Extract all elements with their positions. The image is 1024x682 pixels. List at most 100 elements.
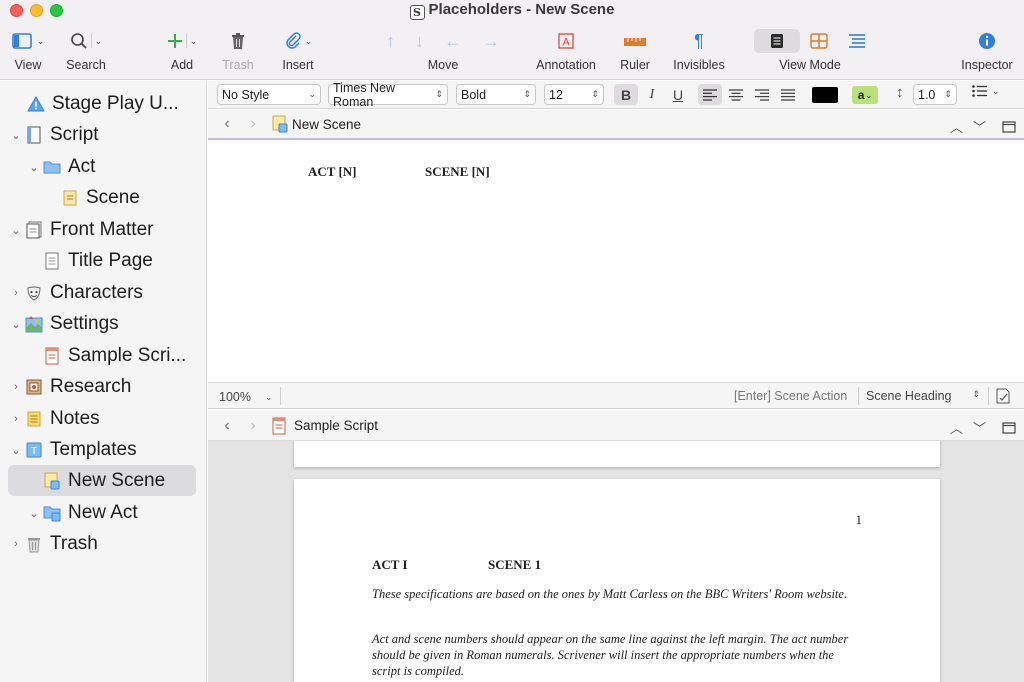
- binder-item-trash[interactable]: › Trash: [8, 530, 98, 558]
- forward-arrow-icon[interactable]: ›: [240, 417, 266, 435]
- binder-item-stage-play[interactable]: Stage Play U...: [10, 90, 179, 118]
- binder-item-notes[interactable]: › Notes: [8, 405, 99, 433]
- search-toolbar-button[interactable]: ⌄ Search: [64, 28, 108, 72]
- window-title: Placeholders - New Scene: [428, 1, 615, 18]
- font-weight-select[interactable]: Bold ⇕: [456, 84, 536, 105]
- zoom-select[interactable]: 100% ⌄: [219, 390, 273, 404]
- back-arrow-icon[interactable]: ‹: [214, 115, 240, 133]
- sidebar-layout-icon: [11, 33, 32, 49]
- disclosure-collapsed-icon[interactable]: ›: [8, 538, 24, 550]
- italic-button[interactable]: I: [640, 84, 664, 105]
- paperclip-icon: [285, 32, 301, 49]
- previous-doc-chevron-icon[interactable]: ︿: [950, 418, 963, 437]
- align-center-button[interactable]: [724, 84, 748, 105]
- disclosure-expanded-icon[interactable]: ⌄: [8, 224, 24, 237]
- disclosure-collapsed-icon[interactable]: ›: [8, 413, 24, 425]
- align-center-icon: [729, 88, 743, 101]
- split-editor-icon[interactable]: [1002, 421, 1016, 434]
- paragraph-style-select[interactable]: No Style ⌄: [217, 84, 321, 105]
- svg-text:T: T: [31, 446, 37, 457]
- font-family-select[interactable]: Times New Roman ⇕: [328, 81, 448, 109]
- annotation-icon: A: [558, 33, 574, 49]
- disclosure-collapsed-icon[interactable]: ›: [8, 381, 24, 393]
- binder-item-label: Front Matter: [50, 219, 154, 240]
- svg-text:A: A: [562, 37, 570, 49]
- scrivener-app-icon: S: [409, 5, 425, 20]
- template-act-icon: [43, 506, 61, 522]
- next-doc-chevron-icon[interactable]: ﹀: [973, 117, 986, 136]
- forward-arrow-icon[interactable]: ›: [240, 115, 266, 133]
- disclosure-collapsed-icon[interactable]: ›: [8, 287, 24, 299]
- invisibles-toolbar-button[interactable]: ¶ Invisibles: [670, 28, 728, 73]
- binder-item-front-matter[interactable]: ⌄ Front Matter: [8, 216, 153, 244]
- disclosure-expanded-icon[interactable]: ⌄: [26, 507, 42, 520]
- ruler-toolbar-button[interactable]: Ruler: [616, 28, 654, 72]
- next-doc-chevron-icon[interactable]: ﹀: [973, 418, 986, 437]
- annotation-toolbar-button[interactable]: A Annotation: [532, 28, 600, 72]
- font-size-select[interactable]: 12 ⇕: [544, 84, 604, 105]
- binder-item-settings[interactable]: ⌄ Settings: [8, 310, 118, 338]
- highlight-color-button[interactable]: a ⌄: [852, 86, 878, 104]
- binder-item-new-act[interactable]: ⌄ New Act: [26, 499, 138, 527]
- line-spacing-select[interactable]: 1.0 ⇕: [913, 84, 957, 105]
- binder-item-sample-script[interactable]: Sample Scri...: [26, 342, 186, 370]
- binder-item-title-page[interactable]: Title Page: [26, 247, 153, 275]
- trash-toolbar-button[interactable]: Trash: [220, 28, 256, 72]
- add-toolbar-button[interactable]: ⌄ Add: [162, 28, 202, 72]
- script-paragraph: Act and scene numbers should appear on t…: [372, 632, 849, 678]
- move-right-arrow-icon[interactable]: →: [482, 31, 500, 52]
- disclosure-expanded-icon[interactable]: ⌄: [26, 161, 42, 174]
- binder-item-new-scene[interactable]: New Scene: [26, 467, 165, 495]
- binder-item-act[interactable]: ⌄ Act: [26, 153, 95, 181]
- align-right-button[interactable]: [750, 84, 774, 105]
- binder-item-script[interactable]: ⌄ Script: [8, 121, 98, 149]
- split-editor-icon[interactable]: [1002, 120, 1016, 133]
- list-style-button[interactable]: ⌄: [972, 85, 1000, 97]
- text-color-swatch[interactable]: [812, 87, 838, 103]
- back-arrow-icon[interactable]: ‹: [214, 417, 240, 435]
- line-spacing-value: 1.0: [918, 87, 936, 102]
- script-icon: [27, 126, 41, 144]
- binder-item-scene[interactable]: Scene: [44, 184, 140, 212]
- binder-item-templates[interactable]: ⌄ T Templates: [8, 436, 136, 464]
- disclosure-expanded-icon[interactable]: ⌄: [8, 444, 24, 457]
- mask-icon: [27, 286, 41, 301]
- notes-icon: [27, 411, 41, 427]
- previous-doc-chevron-icon[interactable]: ︿: [950, 117, 963, 136]
- settings-icon: [25, 316, 43, 333]
- align-left-button[interactable]: [698, 84, 722, 105]
- invisibles-label: Invisibles: [673, 58, 725, 72]
- outliner-mode-icon[interactable]: [848, 33, 866, 49]
- disclosure-expanded-icon[interactable]: ⌄: [8, 129, 24, 142]
- chevron-down-icon: ⌄: [865, 90, 873, 100]
- script-element-select[interactable]: Scene Heading ⇕: [866, 389, 980, 403]
- move-up-arrow-icon[interactable]: ↑: [386, 31, 395, 52]
- folder-icon: [43, 161, 61, 174]
- binder-item-label: New Act: [68, 502, 138, 523]
- binder-item-label: Title Page: [68, 250, 153, 271]
- editor-text-area-top[interactable]: ACT [N] SCENE [N]: [208, 142, 1024, 382]
- inspector-label: Inspector: [961, 58, 1013, 72]
- insert-label: Insert: [282, 58, 314, 72]
- align-justify-button[interactable]: [776, 84, 800, 105]
- inspector-toolbar-button[interactable]: Inspector: [956, 28, 1018, 72]
- view-toolbar-button[interactable]: ⌄ View: [10, 28, 46, 72]
- move-left-arrow-icon[interactable]: ←: [444, 31, 462, 52]
- underline-button[interactable]: U: [666, 84, 690, 105]
- insert-toolbar-button[interactable]: ⌄ Insert: [278, 28, 318, 72]
- binder-item-characters[interactable]: › Characters: [8, 279, 143, 307]
- disclosure-expanded-icon[interactable]: ⌄: [8, 318, 24, 331]
- ruler-label: Ruler: [620, 58, 650, 72]
- binder-item-research[interactable]: › Research: [8, 373, 131, 401]
- up-down-chevron-icon: ⇕: [523, 89, 531, 99]
- scene-heading: SCENE 1: [488, 557, 542, 572]
- bold-button[interactable]: B: [614, 84, 638, 105]
- move-down-arrow-icon[interactable]: ↓: [415, 31, 424, 52]
- corkboard-mode-icon[interactable]: [810, 33, 828, 49]
- page-view-area[interactable]: 1 ACT I SCENE 1 These specifications are…: [208, 441, 1024, 682]
- paragraph-style-value: No Style: [222, 87, 270, 102]
- scene-placeholder-heading: SCENE [N]: [425, 164, 490, 179]
- document-status-icon[interactable]: [996, 388, 1010, 404]
- document-mode-button[interactable]: [754, 29, 800, 53]
- chevron-down-icon: ⌄: [94, 35, 103, 46]
